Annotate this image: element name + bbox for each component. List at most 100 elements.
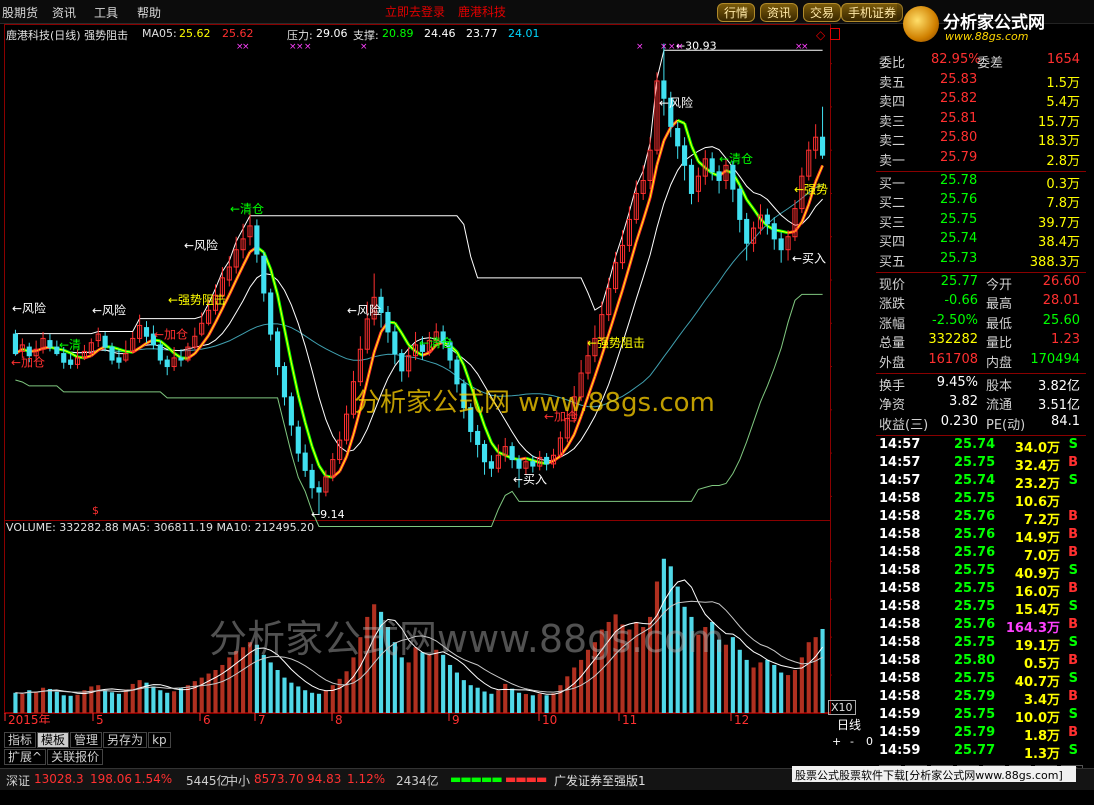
candle-body xyxy=(261,255,267,294)
broker-name: 广发证券至强版1 xyxy=(554,774,646,788)
tick-row: 14:58 25.76 14.9万 B xyxy=(879,527,1078,547)
zx-label: 中小 xyxy=(226,774,251,788)
volume-bar xyxy=(579,659,584,713)
trade-button[interactable]: 交易 xyxy=(803,3,842,22)
tick-row: 14:58 25.76 164.3万 B xyxy=(879,617,1078,637)
chart-pane[interactable]: 30.0028.0026.0024.0022.0020.0018.0016.00… xyxy=(4,24,878,748)
candle-body xyxy=(116,357,122,363)
menu-news[interactable]: 资讯 xyxy=(52,4,76,21)
volume-bar xyxy=(723,644,729,713)
chart-watermark: 分析家公式网 www.88gs.com xyxy=(354,388,715,418)
reset-button[interactable]: 0 xyxy=(866,735,873,748)
volume-bar xyxy=(20,693,25,713)
tick-row: 14:58 25.75 40.7万 S xyxy=(879,671,1078,691)
volume-bar xyxy=(282,677,287,713)
mobile-button[interactable]: 手机证券 xyxy=(841,3,904,22)
volume-bar xyxy=(344,671,349,713)
volume-watermark: 分析家公式网www.88gs.com xyxy=(209,617,725,661)
period-label[interactable]: 日线 xyxy=(837,716,861,733)
volume-bar xyxy=(310,692,315,713)
candle-body xyxy=(275,331,281,368)
sz-percent: 1.54% xyxy=(134,772,173,786)
candle-body xyxy=(281,366,288,398)
ma30-line xyxy=(15,183,823,408)
menu-tools[interactable]: 工具 xyxy=(94,4,118,21)
volume-bar xyxy=(482,691,487,713)
stat-row: 涨幅 -2.50% 最低 25.60 xyxy=(879,312,1080,332)
indicator-value-3: 24.01 xyxy=(508,27,540,40)
candle-body xyxy=(730,164,736,190)
volume-bar xyxy=(123,689,128,713)
volume-bar xyxy=(447,664,453,713)
signal-label: ←清仓 xyxy=(230,202,264,216)
volume-bar xyxy=(792,670,798,713)
volume-bar xyxy=(27,690,32,713)
market-mini-bars-icon-2: ▬▬▬▬ xyxy=(505,772,547,786)
tab-template[interactable]: 模板 xyxy=(37,732,70,748)
tick-row: 14:58 25.75 40.9万 S xyxy=(879,563,1078,583)
window-box-icon[interactable] xyxy=(830,28,840,40)
zx-amount: 2434亿 xyxy=(396,774,439,788)
candle-body xyxy=(288,396,294,426)
volume-bar xyxy=(523,694,528,713)
fundamental-row: 换手 9.45% 股本 3.82亿 xyxy=(879,375,1080,394)
tick-row: 14:57 25.75 32.4万 B xyxy=(879,455,1078,475)
support-value: 20.89 xyxy=(382,27,414,40)
signal-label: ←加仓 xyxy=(11,356,45,370)
candle-body xyxy=(47,340,53,348)
signal-label: ←风险 xyxy=(12,300,46,315)
diamond-icon[interactable]: ◇ xyxy=(816,28,825,42)
tab-manage[interactable]: 管理 xyxy=(70,732,103,748)
signal-mark: × xyxy=(242,42,250,52)
zoom-in-button[interactable]: + xyxy=(832,735,841,748)
volume-bar xyxy=(68,695,73,713)
volume-bar xyxy=(261,654,266,713)
volume-bar xyxy=(551,693,556,713)
candle-body xyxy=(509,446,515,461)
volume-bar xyxy=(489,693,494,713)
buy-level-row: 买四 25.74 38.4万 xyxy=(879,231,1080,251)
pressure-label: 压力: xyxy=(287,29,313,42)
indicator-lines xyxy=(14,49,824,527)
login-link[interactable]: 立即去登录 xyxy=(385,3,445,20)
buy-level-row: 买二 25.76 7.8万 xyxy=(879,192,1080,212)
pressure-value: 29.06 xyxy=(316,27,348,40)
tick-row: 14:58 25.80 0.5万 B xyxy=(879,653,1078,673)
divider xyxy=(876,373,1086,374)
stock-name-link[interactable]: 鹿港科技 xyxy=(458,3,506,20)
signal-label: ←买入 xyxy=(792,252,826,266)
candle-body xyxy=(12,333,19,355)
date-tick-label: 9 xyxy=(452,713,460,724)
ad-banner[interactable]: 股票公式股票软件下载[分析家公式网www.88gs.com] xyxy=(792,766,1076,782)
tab-indicator[interactable]: 指标 xyxy=(4,732,37,748)
tick-row: 14:58 25.75 10.6万 xyxy=(879,491,1060,511)
candle-body xyxy=(454,359,460,385)
volume-bar xyxy=(96,685,101,713)
quote-button[interactable]: 行情 xyxy=(717,3,756,22)
candle-body xyxy=(764,214,770,225)
candle-body xyxy=(61,353,67,363)
menu-help[interactable]: 帮助 xyxy=(137,4,161,21)
ma05-value: 25.62 xyxy=(179,27,211,40)
candle-body xyxy=(675,128,681,147)
divider xyxy=(876,272,1086,273)
volume-bar xyxy=(510,688,515,713)
tab-kp[interactable]: kp xyxy=(148,732,171,748)
tab-save-as[interactable]: 另存为 xyxy=(103,732,148,748)
tab-related-quote[interactable]: 关联报价 xyxy=(47,749,104,765)
volume-bar xyxy=(496,690,501,713)
news-button[interactable]: 资讯 xyxy=(760,3,799,22)
stat-row: 外盘 161708 内盘 170494 xyxy=(879,351,1080,371)
volume-bar xyxy=(116,693,121,713)
volume-bar xyxy=(516,692,522,713)
zoom-out-button[interactable]: - xyxy=(850,735,854,748)
stat-row: 涨跌 -0.66 最高 28.01 xyxy=(879,293,1080,313)
sell-level-row: 卖二 25.80 18.3万 xyxy=(879,130,1080,150)
signal-label: ←风险 xyxy=(184,238,218,253)
tab-extend[interactable]: 扩展^ xyxy=(4,749,47,765)
logo-icon xyxy=(903,6,939,42)
menu-futures[interactable]: 股期货 xyxy=(2,4,38,21)
candle-body xyxy=(475,430,481,445)
volume-bar xyxy=(537,693,542,713)
volume-bar xyxy=(751,667,756,713)
